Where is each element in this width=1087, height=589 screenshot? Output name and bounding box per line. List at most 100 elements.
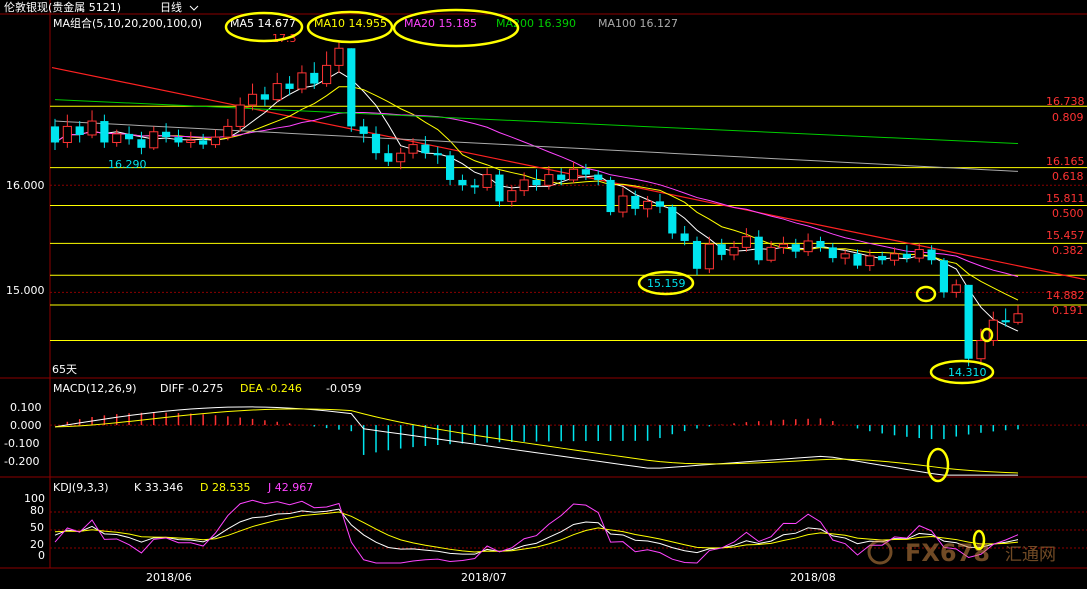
kdj-tick-80: 80 (30, 504, 44, 517)
candle-body-9 (162, 131, 171, 138)
candle-body-17 (260, 94, 269, 100)
candle-body-35 (482, 174, 492, 188)
candlesticks (50, 40, 1023, 367)
candle-body-71 (927, 249, 936, 261)
macd-title[interactable]: MACD(12,26,9) (53, 382, 137, 395)
candle-body-63 (828, 247, 837, 259)
candle-body-8 (149, 131, 159, 149)
candle-body-44 (594, 174, 603, 180)
trend-lines (51, 66, 1086, 281)
candle-body-38 (519, 179, 529, 192)
fib-ratio-0: 0.809 (1052, 111, 1084, 124)
candle-body-70 (914, 249, 924, 259)
macd-tick-2: -0.100 (4, 437, 39, 450)
candle-body-33 (458, 179, 467, 186)
candle-body-47 (631, 196, 640, 209)
ma10-value: MA10 14.955 (314, 17, 387, 30)
candle-body-51 (680, 233, 689, 241)
period-selector[interactable]: 日线 (160, 0, 182, 14)
macd-indicator (50, 406, 1087, 476)
candle-body-56 (741, 236, 751, 248)
x-label-june: 2018/06 (146, 571, 192, 584)
candle-body-46 (618, 195, 628, 213)
candle-body-77 (1001, 320, 1010, 323)
fib-ratio-4: 0.191 (1052, 304, 1084, 317)
candle-body-14 (223, 125, 233, 138)
kdj-tick-0: 0 (38, 549, 45, 562)
macd-tick-3: -0.200 (4, 455, 39, 468)
watermark-subtext: 汇通网 (1005, 545, 1056, 565)
ma20-value: MA20 15.185 (404, 17, 477, 30)
candle-body-43 (581, 169, 590, 175)
watermark-logo: FX678 汇通网 (867, 539, 1056, 567)
kdj-j-line (54, 499, 1019, 564)
candle-body-68 (889, 253, 900, 261)
candle-body-78 (1013, 313, 1023, 323)
kdj-tick-50: 50 (30, 521, 44, 534)
candle-body-11 (186, 139, 196, 143)
kdj-k: K 33.346 (134, 481, 183, 494)
macd-diff: DIFF -0.275 (160, 382, 223, 395)
instrument-title: 伦敦银现(贵金属 5121) (4, 0, 121, 14)
kdj-title[interactable]: KDJ(9,3,3) (53, 481, 109, 494)
candle-body-1 (62, 125, 72, 143)
fib-ratio-3: 0.382 (1052, 244, 1084, 257)
y-tick-16: 16.000 (6, 179, 45, 192)
candle-body-57 (754, 236, 763, 261)
candle-body-15 (235, 104, 245, 127)
fib-price-0: 16.738 (1046, 95, 1085, 108)
fib-ratio-2: 0.500 (1052, 207, 1084, 220)
candle-body-29 (408, 144, 418, 154)
candle-body-5 (112, 133, 122, 143)
macd-dea: DEA -0.246 (240, 382, 302, 395)
candle-body-64 (840, 253, 850, 259)
candle-body-27 (384, 153, 393, 162)
watermark-text: FX678 (905, 539, 990, 567)
candle-body-31 (433, 153, 442, 156)
candle-body-50 (668, 206, 677, 234)
candle-body-58 (766, 246, 776, 261)
macd-value: -0.059 (326, 382, 361, 395)
candle-body-72 (939, 260, 948, 293)
candle-body-49 (655, 201, 665, 207)
candle-body-16 (247, 93, 258, 106)
low-label-1: 16.290 (108, 158, 147, 171)
candle-body-28 (396, 152, 406, 163)
candle-body-55 (729, 246, 739, 256)
candle-body-23 (334, 47, 344, 66)
candle-body-73 (951, 284, 961, 293)
candle-body-75 (976, 340, 986, 360)
candle-body-59 (778, 243, 788, 248)
candle-body-39 (532, 179, 541, 186)
ma100-line (54, 120, 1019, 172)
candle-body-4 (100, 121, 109, 143)
candle-body-26 (371, 133, 381, 154)
candle-body-45 (606, 179, 615, 213)
candle-body-52 (692, 240, 702, 269)
candle-body-61 (803, 240, 813, 253)
candle-body-25 (359, 126, 368, 134)
candle-body-60 (791, 244, 800, 252)
candle-body-22 (322, 64, 332, 85)
y-tick-15: 15.000 (6, 284, 45, 297)
candle-body-36 (495, 174, 504, 202)
candle-body-53 (704, 243, 714, 270)
chevron-down-icon[interactable] (189, 5, 199, 11)
candle-body-19 (285, 83, 294, 89)
candle-body-13 (210, 136, 221, 146)
fib-price-2: 15.811 (1046, 192, 1085, 205)
macd-tick-1: 0.000 (10, 419, 42, 432)
candle-body-0 (50, 126, 60, 143)
fib-ratio-1: 0.618 (1052, 170, 1084, 183)
x-label-august: 2018/08 (790, 571, 836, 584)
candle-body-69 (902, 253, 911, 259)
price-chart[interactable]: 伦敦银现(贵金属 5121) 日线 MA组合(5,10,20,200,100,0… (0, 0, 1087, 589)
low-label-2: 15.159 (647, 277, 686, 290)
days-label: 65天 (52, 363, 77, 376)
kdj-j: J 42.967 (267, 481, 313, 494)
candle-body-66 (865, 255, 875, 267)
candle-body-10 (174, 137, 183, 143)
ma-group-label[interactable]: MA组合(5,10,20,200,100,0) (53, 16, 202, 30)
candle-body-2 (75, 126, 84, 135)
candle-body-67 (878, 255, 887, 261)
